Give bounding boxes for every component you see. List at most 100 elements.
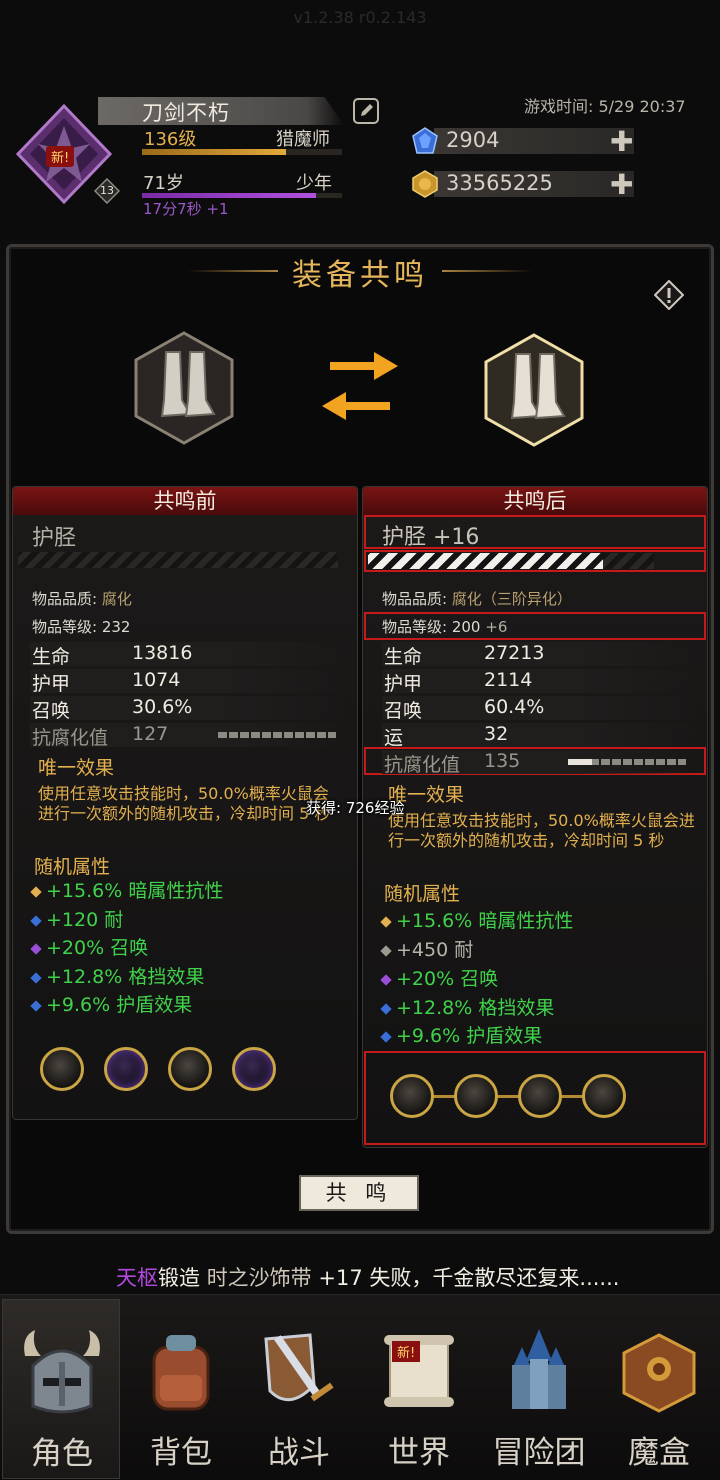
- nav-battle[interactable]: 战斗: [240, 1299, 358, 1479]
- panel-title: 装备共鸣: [292, 258, 428, 293]
- after-stat-armor: 护甲 2114: [382, 669, 700, 695]
- after-attr-1: +15.6% 暗属性抗性: [380, 906, 573, 933]
- after-unique-desc: 使用任意攻击技能时，50.0%概率火鼠会进行一次额外的随机攻击，冷却时间 5 秒: [388, 811, 695, 850]
- nav-guild[interactable]: 冒险团: [480, 1299, 598, 1479]
- attr-text: +12.8% 格挡效果: [396, 997, 555, 1019]
- add-gems-button[interactable]: ✚: [610, 125, 633, 158]
- player-name: 刀剑不朽: [142, 101, 230, 125]
- before-socket-2[interactable]: [104, 1047, 148, 1091]
- gem-amount: 2904: [446, 128, 500, 152]
- nav-world[interactable]: 世界: [360, 1299, 478, 1479]
- diamond-icon: [380, 1030, 392, 1043]
- before-quality: 物品品质: 腐化: [32, 588, 132, 609]
- arrow-left-icon: [322, 392, 390, 420]
- after-socket-4[interactable]: [582, 1074, 626, 1118]
- quality-label: 物品品质:: [382, 590, 448, 608]
- after-random-title: 随机属性: [384, 883, 461, 905]
- attr-text: +450 耐: [396, 939, 474, 961]
- corruption-bar-fill: [568, 759, 592, 765]
- after-attr-5: +9.6% 护盾效果: [380, 1021, 543, 1048]
- after-socket-3[interactable]: [518, 1074, 562, 1118]
- before-attr-3: +20% 召唤: [30, 933, 149, 960]
- magic-box-icon: [622, 1333, 696, 1413]
- nav-magic-box[interactable]: 魔盒: [600, 1299, 718, 1479]
- level-label: 物品等级:: [382, 618, 448, 636]
- nav-label: 角色: [31, 1436, 93, 1472]
- player-avatar[interactable]: 新! 13: [15, 103, 120, 205]
- nav-character[interactable]: 角色: [2, 1299, 120, 1479]
- attr-text: +9.6% 护盾效果: [396, 1025, 543, 1047]
- player-age: 71岁: [143, 173, 184, 194]
- nav-bag[interactable]: 背包: [122, 1299, 240, 1479]
- player-class: 猎魔师: [276, 129, 330, 150]
- before-item-level: 物品等级: 232: [32, 616, 130, 637]
- before-stat-summon: 召唤 30.6%: [30, 696, 348, 722]
- before-enhance-bar: [18, 552, 338, 568]
- before-socket-1[interactable]: [40, 1047, 84, 1091]
- level-value: 200: [451, 618, 481, 636]
- nav-label: 背包: [150, 1435, 212, 1471]
- game-time: 游戏时间: 5/29 20:37: [524, 97, 686, 116]
- attr-text: +15.6% 暗属性抗性: [46, 880, 224, 902]
- before-attr-1: +15.6% 暗属性抗性: [30, 876, 224, 903]
- add-gold-button[interactable]: ✚: [610, 168, 633, 201]
- before-corruption-bar: [218, 732, 336, 738]
- after-stat-corruption: 抗腐化值 135: [382, 750, 700, 776]
- stat-key: 护甲: [384, 673, 423, 695]
- stat-key: 召唤: [32, 700, 71, 722]
- after-stat-summon: 召唤 60.4%: [382, 696, 700, 722]
- nav-label: 世界: [388, 1435, 450, 1471]
- life-stage: 少年: [296, 173, 332, 194]
- resonate-button[interactable]: 共 鸣: [299, 1175, 419, 1211]
- diamond-icon: [30, 971, 42, 984]
- gold-amount: 33565225: [446, 171, 553, 195]
- quality-value: 腐化: [101, 590, 132, 608]
- enhance-bar-fill: [368, 553, 603, 569]
- edit-name-icon[interactable]: [353, 98, 379, 124]
- stat-value: 13816: [132, 642, 193, 664]
- player-level: 136级: [144, 129, 197, 150]
- diamond-icon: [30, 999, 42, 1012]
- level-label: 物品等级:: [32, 618, 98, 636]
- xp-toast: 获得: 726经验: [306, 799, 405, 817]
- ticker-level: +17: [318, 1266, 363, 1290]
- diamond-icon: [380, 944, 392, 957]
- stat-key: 运: [384, 727, 404, 749]
- avatar-new-badge: 新!: [46, 146, 75, 167]
- before-socket-4[interactable]: [232, 1047, 276, 1091]
- gem-currency: 2904 ✚: [412, 125, 638, 158]
- stat-value: 60.4%: [484, 696, 545, 718]
- before-socket-3[interactable]: [168, 1047, 212, 1091]
- after-corruption-bar: [568, 759, 686, 765]
- attr-text: +12.8% 格挡效果: [46, 966, 205, 988]
- stat-value: 30.6%: [132, 696, 193, 718]
- arrow-right-icon: [330, 352, 398, 380]
- stat-key: 抗腐化值: [384, 754, 461, 776]
- after-socket-1[interactable]: [390, 1074, 434, 1118]
- before-attr-2: +120 耐: [30, 905, 123, 932]
- xp-bar: [142, 149, 342, 155]
- after-socket-2[interactable]: [454, 1074, 498, 1118]
- attr-text: +20% 召唤: [46, 937, 149, 959]
- before-random-title: 随机属性: [34, 856, 111, 878]
- info-icon[interactable]: [654, 280, 684, 310]
- attr-text: +20% 召唤: [396, 968, 499, 990]
- before-stat-corruption: 抗腐化值 127: [30, 723, 348, 749]
- xp-bar-fill: [142, 149, 286, 155]
- after-enhance-bar: [368, 553, 654, 569]
- before-header: 共鸣前: [13, 487, 357, 515]
- diamond-icon: [30, 885, 42, 898]
- diamond-icon: [30, 914, 42, 927]
- stat-key: 护甲: [32, 673, 71, 695]
- stat-key: 生命: [32, 646, 71, 668]
- after-header: 共鸣后: [363, 487, 707, 515]
- stat-value: 32: [484, 723, 509, 745]
- blue-gem-icon: [412, 127, 438, 154]
- after-item-level: 物品等级: 200 +6: [382, 616, 507, 637]
- nav-label: 魔盒: [628, 1435, 690, 1471]
- diamond-icon: [380, 1002, 392, 1015]
- ticker-player: 天枢: [116, 1266, 158, 1290]
- avatar-level-badge: 13: [100, 184, 114, 197]
- bottom-nav: 角色 背包 战斗 世界 冒险团 魔盒: [0, 1294, 720, 1480]
- after-item-name: 护胫 +16: [382, 525, 480, 550]
